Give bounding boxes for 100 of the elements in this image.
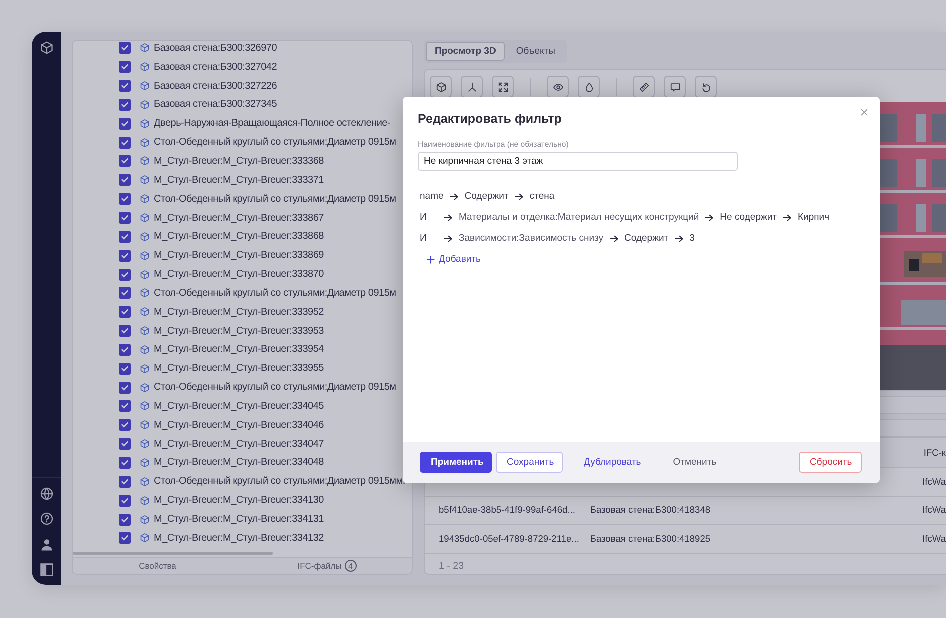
comment-button[interactable] xyxy=(664,76,686,98)
checkbox[interactable] xyxy=(119,344,131,356)
checkbox[interactable] xyxy=(119,212,131,224)
checkbox[interactable] xyxy=(119,42,131,54)
arrow-icon xyxy=(610,234,619,242)
rule-field[interactable]: Материалы и отделка:Материал несущих конструкций xyxy=(459,212,700,223)
reset-button[interactable]: Сбросить xyxy=(799,452,862,473)
cancel-button[interactable]: Отменить xyxy=(662,452,728,473)
checkbox[interactable] xyxy=(119,325,131,338)
comment-icon xyxy=(670,82,680,92)
tree-item-label[interactable]: Базовая стена:Б300:326970 xyxy=(154,42,278,54)
tree-item-label[interactable]: Стол-Обеденный круглый со стульями:Диаметр 0915м xyxy=(154,137,396,148)
rule-value[interactable]: Кирпич xyxy=(798,212,830,223)
axes-button[interactable] xyxy=(461,76,483,98)
checkbox[interactable] xyxy=(119,400,131,412)
tree-item-label[interactable]: М_Стул-Breuer:М_Стул-Breuer:333952 xyxy=(154,306,324,318)
table-cell-text: Базовая стена:Б300:418348 xyxy=(590,505,712,516)
plus-icon xyxy=(427,256,435,264)
view-tab[interactable]: Просмотр 3D xyxy=(426,42,506,61)
tree-item-label[interactable]: Стол-Обеденный круглый со стульями:Диаметр 0915м xyxy=(154,382,396,394)
checkbox[interactable] xyxy=(119,438,131,450)
checkbox[interactable] xyxy=(119,268,131,281)
checkbox[interactable] xyxy=(119,174,131,186)
column-header[interactable]: IFC-к xyxy=(910,448,946,458)
tree-item-label[interactable]: М_Стул-Breuer:М_Стул-Breuer:334045 xyxy=(154,400,324,412)
logic-operator[interactable]: И xyxy=(420,212,438,223)
rule-field[interactable]: Зависимости:Зависимость снизу xyxy=(459,233,604,244)
tree-item-label[interactable]: М_Стул-Breuer:М_Стул-Breuer:333869 xyxy=(154,250,324,262)
rule-operator[interactable]: Не содержит xyxy=(720,212,778,223)
panel-tab[interactable]: Свойства xyxy=(73,558,242,574)
close-icon[interactable] xyxy=(860,108,869,117)
user-icon[interactable] xyxy=(40,538,54,552)
checkbox[interactable] xyxy=(119,98,131,111)
cube-icon xyxy=(140,364,150,374)
checkbox[interactable] xyxy=(119,456,131,469)
checkbox[interactable] xyxy=(119,287,131,300)
checkbox[interactable] xyxy=(119,118,131,130)
expand-button[interactable] xyxy=(492,76,514,98)
ruler-button[interactable] xyxy=(633,76,655,98)
checkbox[interactable] xyxy=(119,155,131,168)
tree-item-label[interactable]: Стол-Обеденный круглый со стульями:Диаметр 0915мм: xyxy=(154,476,406,488)
apply-button[interactable]: Применить xyxy=(420,452,492,473)
add-link[interactable]: Добавить xyxy=(427,254,481,265)
save-button[interactable]: Сохранить xyxy=(496,452,563,473)
rule-value[interactable]: стена xyxy=(530,191,555,202)
tree-item-label[interactable]: М_Стул-Breuer:М_Стул-Breuer:333954 xyxy=(154,344,324,356)
tree-item-label[interactable]: Дверь-Наружная-Вращающаяся-Полное остекление- xyxy=(154,118,391,130)
checkbox[interactable] xyxy=(119,362,131,375)
arrow-icon xyxy=(514,192,524,200)
view-tab[interactable]: Объекты xyxy=(507,42,564,61)
tree-item-label[interactable]: М_Стул-Breuer:М_Стул-Breuer:334131 xyxy=(154,514,324,526)
drop-button[interactable] xyxy=(578,76,600,98)
tree-item-label[interactable]: Базовая стена:Б300:327345 xyxy=(154,99,278,110)
tree-item-label[interactable]: М_Стул-Breuer:М_Стул-Breuer:333953 xyxy=(154,326,324,337)
filter-name-field[interactable]: Не кирпичная стена 3 этаж xyxy=(418,152,738,171)
tree-item-label[interactable]: М_Стул-Breuer:М_Стул-Breuer:334047 xyxy=(154,438,324,450)
panel-layout-icon[interactable] xyxy=(40,563,54,577)
rule-operator[interactable]: Содержит xyxy=(464,191,509,202)
checkbox[interactable] xyxy=(119,306,131,318)
checkbox[interactable] xyxy=(119,419,131,432)
tree-item-label[interactable]: М_Стул-Breuer:М_Стул-Breuer:334132 xyxy=(154,532,324,544)
tree-item-label[interactable]: М_Стул-Breuer:М_Стул-Breuer:334046 xyxy=(154,420,324,431)
rule-field[interactable]: name xyxy=(420,191,444,202)
tree-item-label[interactable]: Базовая стена:Б300:327042 xyxy=(154,62,278,73)
globe-icon[interactable] xyxy=(40,486,54,500)
undo-button[interactable] xyxy=(695,76,717,98)
checkbox[interactable] xyxy=(119,250,131,262)
tree-item-label[interactable]: М_Стул-Breuer:М_Стул-Breuer:333371 xyxy=(154,174,324,186)
rule-operator[interactable]: Содержит xyxy=(624,233,669,244)
cube-icon[interactable] xyxy=(40,41,54,55)
checkbox[interactable] xyxy=(119,80,131,92)
cube-icon xyxy=(436,82,446,92)
help-icon[interactable] xyxy=(40,512,54,526)
cube-button[interactable] xyxy=(430,76,452,98)
tree-item-label[interactable]: Стол-Обеденный круглый со стульями:Диаметр 0915м xyxy=(154,194,396,205)
checkbox[interactable] xyxy=(119,476,131,488)
tree-item-label[interactable]: Базовая стена:Б300:327226 xyxy=(154,80,278,92)
checkbox[interactable] xyxy=(119,193,131,206)
scrollbar-thumb[interactable] xyxy=(73,552,273,555)
logic-operator[interactable]: И xyxy=(420,233,438,244)
tree-item-label[interactable]: М_Стул-Breuer:М_Стул-Breuer:334048 xyxy=(154,457,324,468)
tree-item-label[interactable]: Стол-Обеденный круглый со стульями:Диаметр 0915м xyxy=(154,288,396,299)
tree-item-label[interactable]: М_Стул-Breuer:М_Стул-Breuer:333368 xyxy=(154,156,324,167)
checkbox[interactable] xyxy=(119,61,131,74)
checkbox[interactable] xyxy=(119,382,131,394)
tree-item-label[interactable]: М_Стул-Breuer:М_Стул-Breuer:334130 xyxy=(154,495,324,506)
duplicate-button[interactable]: Дублировать xyxy=(573,452,652,473)
checkbox[interactable] xyxy=(119,136,131,149)
checkbox[interactable] xyxy=(119,532,131,544)
checkbox[interactable] xyxy=(119,230,131,243)
checkbox[interactable] xyxy=(119,514,131,526)
panel-tab[interactable]: IFC-файлы 4 xyxy=(242,558,412,574)
rule-value[interactable]: 3 xyxy=(690,233,695,244)
tree-item-label[interactable]: М_Стул-Breuer:М_Стул-Breuer:333955 xyxy=(154,363,324,374)
tree-item-label[interactable]: М_Стул-Breuer:М_Стул-Breuer:333868 xyxy=(154,231,324,242)
checkbox[interactable] xyxy=(119,494,131,507)
cube-icon xyxy=(140,43,150,54)
eye-button[interactable] xyxy=(547,76,569,98)
tree-item-label[interactable]: М_Стул-Breuer:М_Стул-Breuer:333867 xyxy=(154,212,324,224)
tree-item-label[interactable]: М_Стул-Breuer:М_Стул-Breuer:333870 xyxy=(154,269,324,280)
